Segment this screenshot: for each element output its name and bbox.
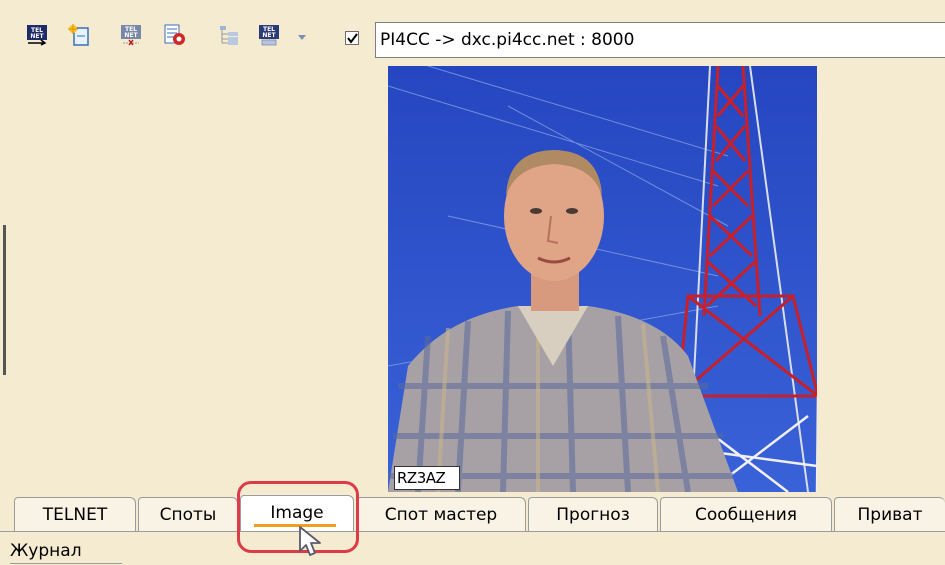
mouse-cursor-icon (298, 525, 328, 561)
splitter-handle[interactable] (3, 225, 6, 375)
tab-private[interactable]: Приват (834, 497, 945, 531)
tab-spots[interactable]: Споты (138, 497, 238, 531)
tab-journal[interactable]: Журнал (10, 538, 82, 564)
svg-text:NET: NET (262, 32, 276, 39)
connection-field[interactable]: PI4CC -> dxc.pi4cc.net : 8000 (375, 22, 945, 58)
tree-icon[interactable] (218, 24, 240, 46)
svg-text:NET: NET (30, 33, 44, 40)
telnet-settings-icon[interactable] (164, 24, 186, 46)
telnet-connect-icon[interactable]: TEL NET (26, 24, 48, 46)
toolbar: TEL NET TEL NET TEL NET PI4CC -> dxc.pi4cc.… (0, 0, 945, 62)
tab-messages[interactable]: Сообщения (660, 497, 832, 531)
tab-journal-underline (10, 563, 122, 564)
tab-forecast[interactable]: Прогноз (528, 497, 658, 531)
chevron-down-icon[interactable] (296, 24, 308, 46)
tab-telnet[interactable]: TELNET (14, 497, 136, 531)
connection-checkbox[interactable] (345, 31, 359, 45)
tab-spot-master[interactable]: Спот мастер (356, 497, 526, 531)
app-window: TEL NET TEL NET TEL NET PI4CC -> dxc.pi4cc.… (0, 0, 945, 565)
svg-text:NET: NET (124, 32, 138, 39)
telnet-list-icon[interactable]: TEL NET (258, 24, 280, 46)
photo-caption: RZ3AZ (394, 466, 460, 490)
station-photo (388, 66, 817, 492)
telnet-disconnect-icon[interactable]: TEL NET (120, 24, 142, 46)
new-window-icon[interactable] (68, 24, 90, 46)
